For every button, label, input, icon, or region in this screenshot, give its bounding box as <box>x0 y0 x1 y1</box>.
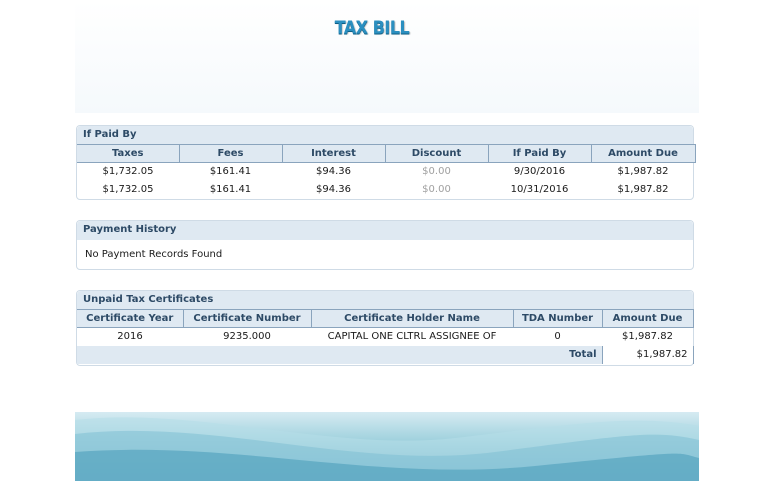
certificate-number-cell: 9235.000 <box>223 331 271 343</box>
amount-due-cell: $1,987.82 <box>617 166 669 178</box>
table-row: 2016 9235.000 CAPITAL ONE CLTRL ASSIGNEE… <box>77 328 693 346</box>
certificate-year-cell: 2016 <box>117 331 143 343</box>
column-header-certificate-holder-name[interactable]: Certificate Holder Name <box>310 309 513 328</box>
interest-cell: $94.36 <box>316 166 351 178</box>
if-paid-by-heading: If Paid By <box>77 126 693 144</box>
unpaid-tax-certificates-panel: Unpaid Tax Certificates Certificate Year… <box>76 290 694 366</box>
column-header-taxes[interactable]: Taxes <box>77 144 179 163</box>
interest-cell: $94.36 <box>316 184 351 195</box>
payment-history-heading: Payment History <box>77 221 693 239</box>
footer-wave-banner <box>75 412 699 481</box>
column-header-certificate-number[interactable]: Certificate Number <box>182 309 311 328</box>
taxes-cell: $1,732.05 <box>102 184 154 195</box>
unpaid-tax-certificates-heading: Unpaid Tax Certificates <box>77 291 693 309</box>
no-records-message: No Payment Records Found <box>77 239 693 269</box>
table-header-row: Taxes Fees Interest Discount If Paid By … <box>77 144 696 163</box>
column-header-if-paid-by[interactable]: If Paid By <box>487 144 591 163</box>
column-header-amount-due[interactable]: Amount Due <box>590 144 696 163</box>
page-title: TAX BILL <box>334 17 410 38</box>
header-area: TAX BILL <box>75 0 699 113</box>
payment-history-panel: Payment History No Payment Records Found <box>76 220 694 270</box>
certificates-table: Certificate Year Certificate Number Cert… <box>77 309 694 364</box>
column-header-discount[interactable]: Discount <box>384 144 488 163</box>
amount-due-cell: $1,987.82 <box>622 331 673 343</box>
if-paid-by-cell: 9/30/2016 <box>513 166 566 178</box>
fees-cell: $161.41 <box>209 166 252 178</box>
total-row: Total $1,987.82 <box>77 345 694 364</box>
wave-graphic <box>75 417 699 481</box>
column-header-amount-due[interactable]: Amount Due <box>601 309 694 328</box>
if-paid-by-table: Taxes Fees Interest Discount If Paid By … <box>77 144 696 199</box>
column-header-interest[interactable]: Interest <box>281 144 385 163</box>
discount-cell: $0.00 <box>422 184 451 195</box>
column-header-certificate-year[interactable]: Certificate Year <box>77 309 183 328</box>
discount-cell: $0.00 <box>422 166 451 178</box>
taxes-cell: $1,732.05 <box>102 166 154 178</box>
certificate-holder-name-cell: CAPITAL ONE CLTRL ASSIGNEE OF <box>327 331 497 343</box>
table-header-row: Certificate Year Certificate Number Cert… <box>77 309 694 328</box>
table-row: $1,732.05 $161.41 $94.36 $0.00 9/30/2016… <box>77 163 695 181</box>
amount-due-cell: $1,987.82 <box>617 184 669 195</box>
if-paid-by-cell: 10/31/2016 <box>510 184 569 195</box>
tda-number-cell: 0 <box>554 331 561 343</box>
fees-cell: $161.41 <box>209 184 252 195</box>
total-label: Total <box>77 345 602 364</box>
if-paid-by-panel: If Paid By Taxes Fees Interest Discount … <box>76 125 696 200</box>
column-header-tda-number[interactable]: TDA Number <box>512 309 602 328</box>
column-header-fees[interactable]: Fees <box>178 144 282 163</box>
total-value: $1,987.82 <box>601 345 694 364</box>
table-row: $1,732.05 $161.41 $94.36 $0.00 10/31/201… <box>77 181 695 199</box>
